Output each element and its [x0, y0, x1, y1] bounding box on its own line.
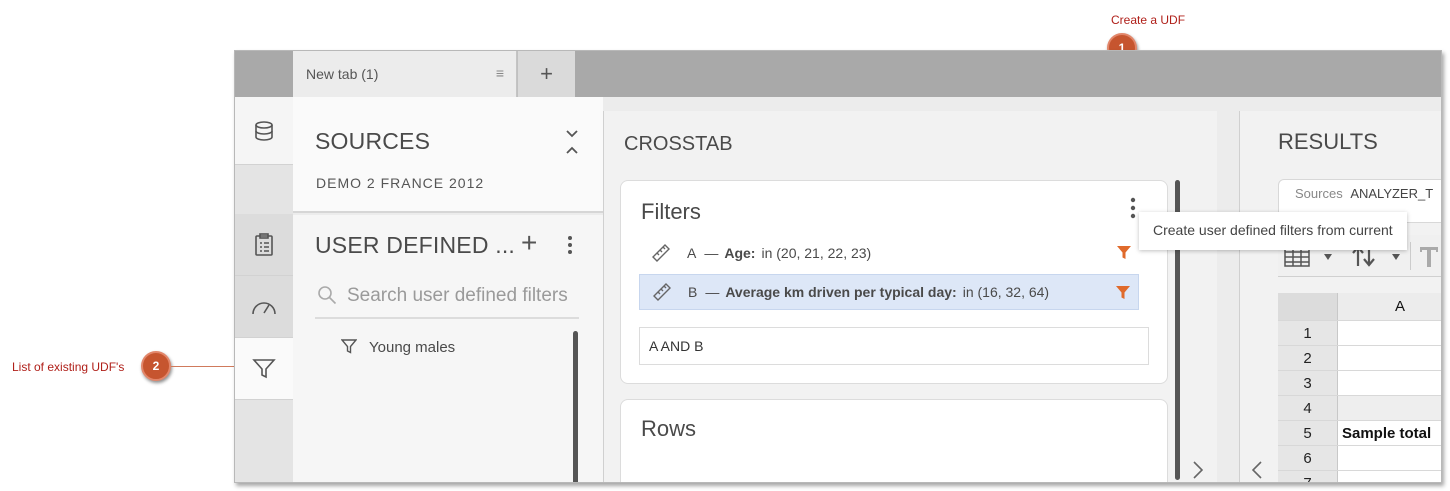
grid-cell[interactable]: [1338, 371, 1441, 395]
orange-filter-icon[interactable]: [1117, 246, 1131, 259]
tab-bar: New tab (1) ≡ +: [235, 51, 1441, 97]
crosstab-panel: CROSSTAB Filters A — Age: in (20, 21, 22…: [603, 111, 1217, 482]
rows-card: Rows: [620, 399, 1168, 482]
grid-cell[interactable]: [1338, 446, 1441, 470]
tab-new-tab[interactable]: New tab (1) ≡: [293, 51, 517, 97]
filter-condition: in (16, 32, 64): [962, 284, 1050, 300]
udf-search-placeholder: Search user defined filters: [347, 285, 568, 306]
grid-corner: [1278, 293, 1338, 320]
table-row: 5 Sample total: [1278, 421, 1441, 446]
table-row: 2: [1278, 346, 1441, 371]
chevron-left-icon[interactable]: [1252, 461, 1262, 479]
table-row: 1: [1278, 321, 1441, 346]
sample-total-cell[interactable]: Sample total: [1338, 421, 1441, 445]
toolbar-divider: [1410, 242, 1411, 270]
grid-column-header[interactable]: A: [1338, 293, 1441, 320]
row-number: 1: [1278, 321, 1338, 345]
collapse-chevrons-icon[interactable]: [565, 129, 579, 155]
row-number: 2: [1278, 346, 1338, 370]
callout-create-udf-label: Create a UDF: [1111, 13, 1186, 27]
grid-cell[interactable]: [1338, 346, 1441, 370]
text-format-icon[interactable]: [1420, 247, 1438, 267]
app-window: New tab (1) ≡ + SOURCES DEMO 2 FRANCE 20…: [234, 50, 1442, 483]
udf-item-label: Young males: [369, 338, 456, 356]
create-udf-tooltip: Create user defined filters from current: [1139, 212, 1407, 250]
filter-expression-field[interactable]: A AND B: [639, 327, 1149, 365]
callout-udf-list-label: List of existing UDF's: [12, 360, 125, 374]
crosstab-title: CROSSTAB: [624, 133, 733, 155]
search-icon: [318, 286, 337, 305]
results-panel: RESULTS Sources ANALYZER_T A 1 2 3 4 5 S…: [1239, 111, 1441, 482]
chevron-down-icon[interactable]: [1392, 254, 1400, 260]
filter-letter: A: [687, 245, 697, 261]
gauge-icon: [252, 301, 276, 314]
table-row: 7: [1278, 471, 1441, 482]
sources-subtitle: DEMO 2 FRANCE 2012: [316, 175, 485, 191]
results-grid: A 1 2 3 4 5 Sample total 6 7: [1278, 293, 1441, 482]
results-sources-label: Sources: [1295, 186, 1343, 201]
rows-title: Rows: [641, 416, 697, 441]
udf-title: USER DEFINED ...: [315, 232, 516, 258]
ruler-icon: [652, 244, 670, 262]
rail-item-filters[interactable]: [235, 338, 293, 400]
filter-letter: B: [688, 284, 698, 300]
clipboard-list-icon: [255, 232, 273, 256]
tab-menu-icon[interactable]: ≡: [496, 65, 504, 81]
udf-panel: USER DEFINED ... + Search user defined f…: [293, 215, 603, 482]
filter-variable: Average km driven per typical day:: [725, 284, 957, 300]
filter-variable: Age:: [724, 245, 756, 261]
row-number: 5: [1278, 421, 1338, 445]
results-title: RESULTS: [1278, 129, 1378, 154]
grid-cell[interactable]: [1338, 321, 1441, 345]
filter-icon: [341, 339, 357, 354]
filter-row-a[interactable]: A — Age: in (20, 21, 22, 23): [639, 235, 1139, 271]
left-rail: [235, 97, 293, 482]
grid-cell[interactable]: [1338, 471, 1441, 482]
grid-cell[interactable]: [1338, 396, 1441, 420]
sources-panel: SOURCES DEMO 2 FRANCE 2012: [293, 97, 603, 213]
udf-scrollbar[interactable]: [573, 331, 578, 482]
filter-dash: —: [705, 284, 720, 300]
row-number: 4: [1278, 396, 1338, 420]
table-row: 6: [1278, 446, 1441, 471]
grid-header-row: A: [1278, 293, 1441, 321]
chevron-down-icon[interactable]: [1324, 254, 1332, 260]
add-tab-button[interactable]: +: [517, 51, 575, 97]
ruler-icon: [653, 283, 671, 301]
udf-search-field[interactable]: Search user defined filters: [315, 275, 579, 319]
kebab-menu-icon[interactable]: [567, 235, 573, 255]
add-udf-button[interactable]: +: [521, 229, 537, 257]
rail-item-sources[interactable]: [235, 97, 293, 165]
callout-leader-2: [171, 366, 234, 367]
filters-kebab-menu-icon[interactable]: [1129, 197, 1137, 219]
row-number: 7: [1278, 471, 1338, 482]
rail-item-dashboard[interactable]: [235, 276, 293, 338]
rail-item-crosstab[interactable]: [235, 214, 293, 276]
results-sources-value: ANALYZER_T: [1350, 186, 1434, 201]
table-row: 3: [1278, 371, 1441, 396]
sources-title: SOURCES: [315, 128, 431, 154]
row-number: 3: [1278, 371, 1338, 395]
filters-card: Filters A — Age: in (20, 21, 22, 23) B —…: [620, 180, 1168, 384]
callout-badge-2: 2: [141, 351, 171, 381]
chevron-right-icon[interactable]: [1193, 461, 1203, 479]
filter-row-b[interactable]: B — Average km driven per typical day: i…: [639, 274, 1139, 310]
udf-list-item[interactable]: Young males: [341, 335, 455, 359]
orange-filter-icon[interactable]: [1116, 286, 1130, 299]
database-icon: [255, 120, 273, 141]
filter-condition: in (20, 21, 22, 23): [761, 245, 872, 261]
filter-icon: [252, 358, 276, 378]
filter-dash: —: [704, 245, 719, 261]
table-row: 4: [1278, 396, 1441, 421]
row-number: 6: [1278, 446, 1338, 470]
tab-title: New tab (1): [306, 66, 379, 82]
filters-title: Filters: [641, 199, 701, 224]
